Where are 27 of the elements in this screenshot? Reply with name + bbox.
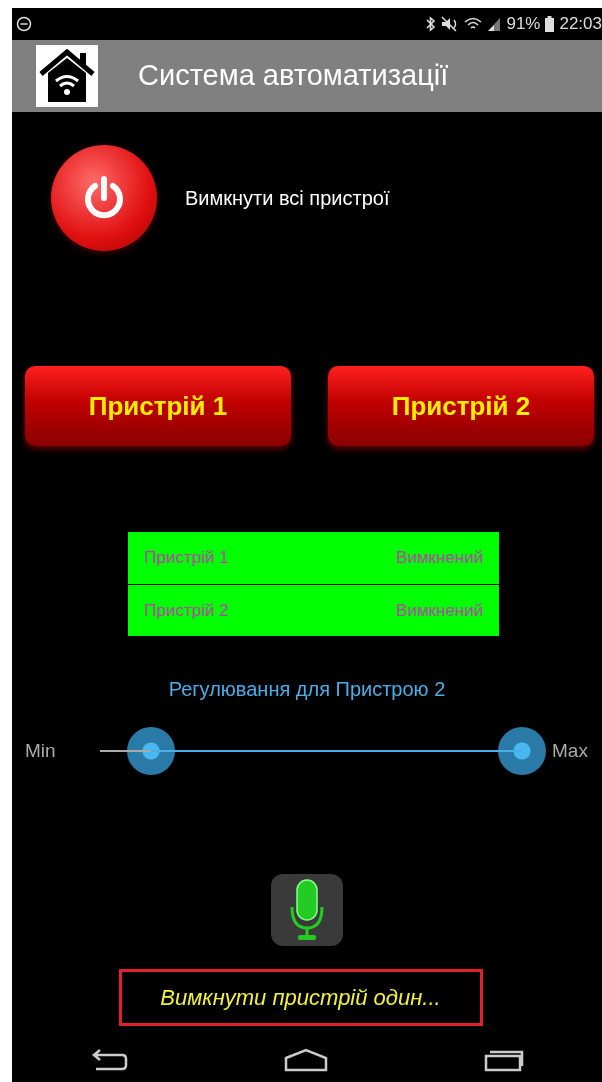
microphone-icon bbox=[290, 879, 324, 941]
device-name: Пристрій 1 bbox=[144, 547, 229, 570]
max-label: Max bbox=[552, 738, 588, 763]
device-button[interactable]: Пристрій 1 bbox=[25, 366, 291, 446]
battery-percentage: 91% bbox=[506, 13, 541, 36]
power-button[interactable] bbox=[51, 145, 157, 251]
do-not-disturb-icon bbox=[16, 16, 32, 32]
recent-apps-icon[interactable] bbox=[484, 1048, 524, 1072]
device-state: Вимкнений bbox=[395, 599, 483, 622]
regulation-title: Регулювання для Пристрою 2 bbox=[167, 677, 447, 702]
speech-result-field: Вимкнути пристрій один... bbox=[118, 969, 483, 1026]
home-icon[interactable] bbox=[284, 1048, 328, 1072]
device-state: Вимкнений bbox=[395, 547, 483, 570]
min-label: Min bbox=[24, 738, 57, 763]
back-icon[interactable] bbox=[90, 1049, 128, 1071]
slider-thumb[interactable] bbox=[498, 727, 546, 775]
battery-icon bbox=[545, 16, 555, 32]
device-name: Пристрій 2 bbox=[144, 599, 229, 622]
app-title: Система автоматизації bbox=[138, 58, 449, 94]
device-button[interactable]: Пристрій 2 bbox=[328, 366, 594, 446]
power-label: Вимкнути всі пристрої bbox=[185, 186, 390, 211]
bluetooth-icon bbox=[426, 16, 437, 32]
smart-home-icon bbox=[36, 45, 98, 107]
signal-icon bbox=[487, 16, 502, 32]
clock-time: 22:03 bbox=[559, 13, 602, 36]
slider-thumb[interactable] bbox=[126, 727, 175, 775]
microphone-button[interactable] bbox=[271, 874, 343, 946]
